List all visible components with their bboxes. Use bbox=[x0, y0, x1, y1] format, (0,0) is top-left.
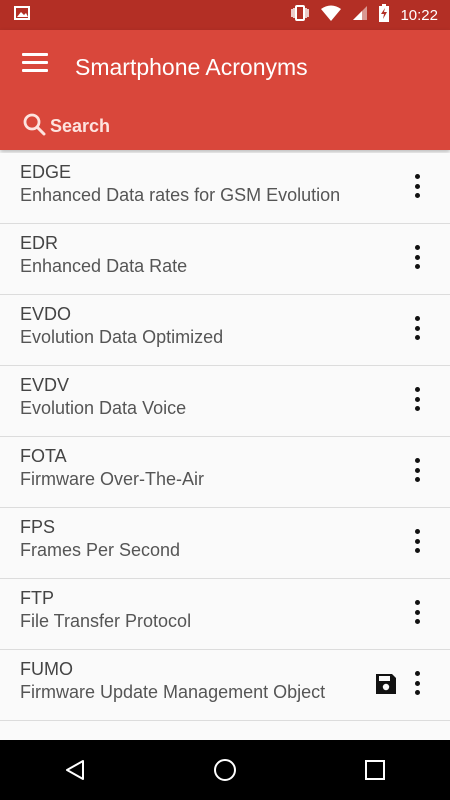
list-item[interactable]: FPS Frames Per Second bbox=[0, 508, 450, 579]
item-acronym: FPS bbox=[20, 517, 56, 537]
page-title: Smartphone Acronyms bbox=[75, 54, 308, 80]
item-acronym: EVDO bbox=[20, 304, 72, 324]
battery-charging-icon bbox=[378, 3, 390, 27]
navigation-bar bbox=[0, 740, 450, 800]
vibrate-icon bbox=[290, 4, 310, 26]
more-options-icon[interactable] bbox=[410, 313, 424, 343]
item-meaning: Enhanced Data rates for GSM Evolution bbox=[20, 185, 341, 205]
image-notification-icon bbox=[14, 5, 30, 25]
back-icon[interactable] bbox=[55, 750, 95, 790]
acronym-list: EDGE Enhanced Data rates for GSM Evoluti… bbox=[0, 153, 450, 721]
list-item[interactable]: EDGE Enhanced Data rates for GSM Evoluti… bbox=[0, 153, 450, 224]
more-options-icon[interactable] bbox=[410, 171, 424, 201]
item-meaning: Enhanced Data Rate bbox=[20, 256, 188, 276]
item-acronym: FUMO bbox=[20, 659, 73, 679]
item-acronym: FTP bbox=[20, 588, 54, 608]
app-bar: Smartphone Acronyms Search bbox=[0, 30, 450, 150]
home-icon[interactable] bbox=[205, 750, 245, 790]
list-item[interactable]: FTP File Transfer Protocol bbox=[0, 579, 450, 650]
wifi-icon bbox=[320, 5, 342, 26]
more-options-icon[interactable] bbox=[410, 455, 424, 485]
item-acronym: EVDV bbox=[20, 375, 70, 395]
item-acronym: EDGE bbox=[20, 162, 72, 182]
list-item[interactable]: EVDV Evolution Data Voice bbox=[0, 366, 450, 437]
item-acronym: FOTA bbox=[20, 446, 67, 466]
item-meaning: Evolution Data Optimized bbox=[20, 327, 224, 347]
save-icon[interactable] bbox=[374, 672, 398, 696]
list-item[interactable]: FUMO Firmware Update Management Object bbox=[0, 650, 450, 721]
status-bar: 10:22 bbox=[0, 0, 450, 30]
list-item[interactable]: EDR Enhanced Data Rate bbox=[0, 224, 450, 295]
menu-icon[interactable] bbox=[22, 53, 48, 75]
item-acronym: EDR bbox=[20, 233, 59, 253]
item-meaning: Frames Per Second bbox=[20, 540, 181, 560]
item-meaning: Firmware Update Management Object bbox=[20, 682, 326, 702]
item-meaning: Firmware Over-The-Air bbox=[20, 469, 205, 489]
recents-icon[interactable] bbox=[355, 750, 395, 790]
search-label: Search bbox=[50, 116, 111, 136]
list-item[interactable]: FOTA Firmware Over-The-Air bbox=[0, 437, 450, 508]
item-meaning: File Transfer Protocol bbox=[20, 611, 192, 631]
item-meaning: Evolution Data Voice bbox=[20, 398, 187, 418]
more-options-icon[interactable] bbox=[410, 597, 424, 627]
search-icon bbox=[22, 112, 46, 141]
status-time: 10:22 bbox=[400, 6, 438, 24]
more-options-icon[interactable] bbox=[410, 384, 424, 414]
search-button[interactable]: Search bbox=[22, 112, 110, 141]
list-item[interactable]: EVDO Evolution Data Optimized bbox=[0, 295, 450, 366]
more-options-icon[interactable] bbox=[410, 242, 424, 272]
more-options-icon[interactable] bbox=[410, 526, 424, 556]
more-options-icon[interactable] bbox=[410, 668, 424, 698]
signal-icon bbox=[352, 5, 368, 26]
